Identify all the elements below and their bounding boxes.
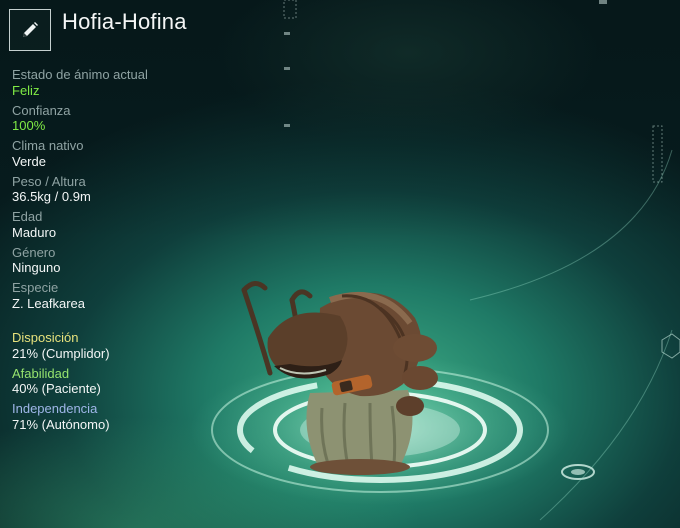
stat-label: Confianza [12, 102, 71, 118]
creature-traits: Disposición 21% (Cumplidor) Afabilidad 4… [12, 330, 232, 432]
stat-label: Especie [12, 280, 59, 295]
stat-climate: Clima nativo Verde [12, 138, 232, 169]
trait-label: Afabilidad [12, 365, 70, 381]
stat-label: Clima nativo [12, 138, 84, 153]
stat-value: Feliz [12, 82, 40, 98]
trait-independence: Independencia 71% (Autónomo) [12, 401, 232, 432]
creature-model[interactable] [230, 278, 460, 478]
stat-value: Ninguno [12, 260, 61, 275]
stat-age: Edad Maduro [12, 209, 232, 240]
stat-label: Edad [12, 209, 43, 224]
stat-value: 100% [12, 118, 46, 133]
stat-value: Verde [12, 153, 46, 169]
trait-label: Independencia [12, 401, 98, 416]
stat-value: 36.5kg / 0.9m [12, 189, 91, 204]
trait-disposition: Disposición 21% (Cumplidor) [12, 330, 232, 361]
stat-label: Estado de ánimo actual [12, 67, 148, 82]
stat-value: Maduro [12, 224, 57, 240]
trait-affability: Afabilidad 40% (Paciente) [12, 366, 232, 397]
stat-trust: Confianza 100% [12, 103, 232, 134]
edit-name-button[interactable] [9, 9, 51, 51]
creature-name: Hofia-Hofina [62, 9, 187, 34]
stat-mood: Estado de ánimo actual Feliz [12, 67, 232, 98]
stat-label: Peso / Altura [12, 173, 86, 189]
stat-species: Especie Z. Leafkarea [12, 280, 232, 311]
trait-value: 21% (Cumplidor) [12, 345, 110, 361]
trait-value: 71% (Autónomo) [12, 416, 110, 432]
stat-value: Z. Leafkarea [12, 295, 85, 311]
stat-gender: Género Ninguno [12, 245, 232, 276]
stat-label: Género [12, 244, 56, 260]
pencil-icon [20, 20, 40, 40]
trait-value: 40% (Paciente) [12, 381, 101, 396]
trait-label: Disposición [12, 330, 79, 345]
creature-stats: Estado de ánimo actual Feliz Confianza 1… [12, 67, 232, 311]
stat-weight-height: Peso / Altura 36.5kg / 0.9m [12, 174, 232, 205]
